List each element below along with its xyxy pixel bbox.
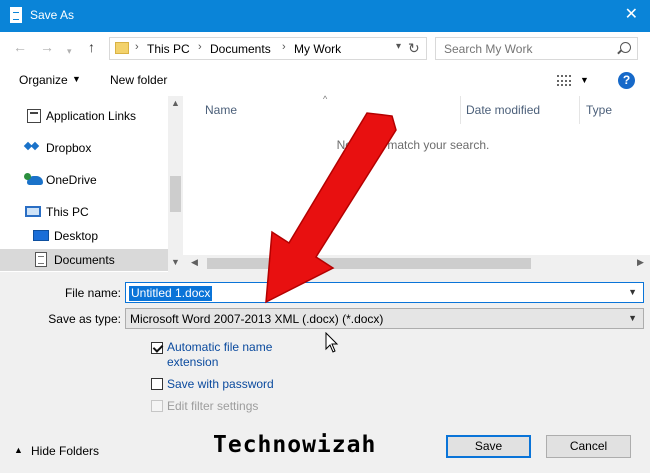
- red-arrow-annotation: [265, 112, 397, 304]
- red-arrow-shape: [265, 112, 397, 304]
- mouse-cursor-icon: [325, 332, 339, 353]
